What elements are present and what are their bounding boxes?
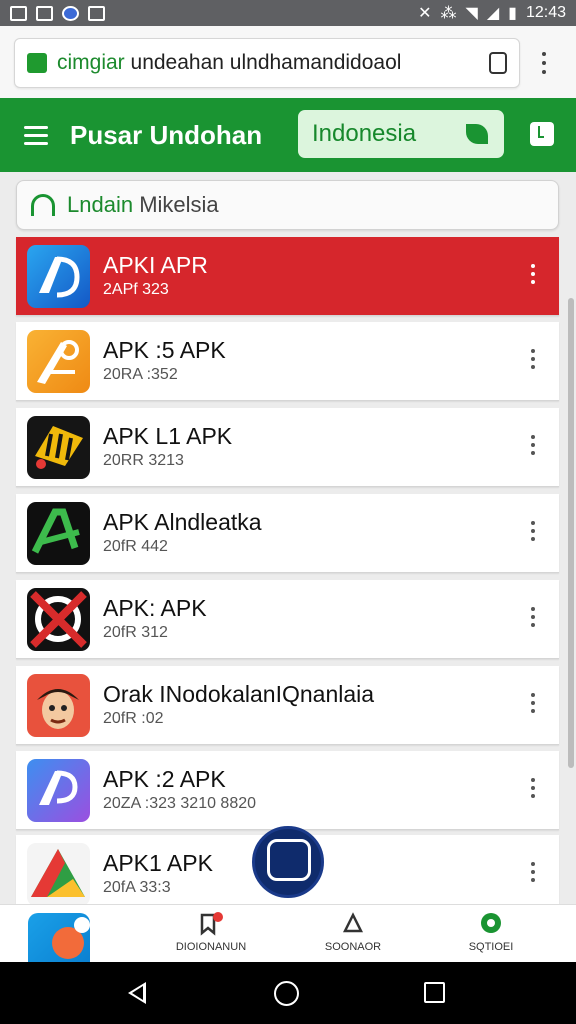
app-icon	[27, 843, 90, 906]
back-icon[interactable]	[128, 982, 146, 1004]
list-item[interactable]: APK Alndleatka 20fR 442	[16, 494, 559, 573]
app-name: APK :2 APK	[103, 766, 226, 792]
bell-icon	[340, 911, 366, 937]
more-options-icon[interactable]	[531, 264, 535, 284]
more-options-icon[interactable]	[531, 693, 535, 713]
more-options-icon[interactable]	[531, 521, 535, 541]
app-meta: 20fR 442	[103, 538, 168, 555]
list-item[interactable]: APK: APK 20fR 312	[16, 580, 559, 659]
search-bar[interactable]: Lndain Mikelsia	[16, 180, 559, 230]
search-query[interactable]: Lndain Mikelsia	[67, 192, 219, 218]
more-options-icon[interactable]	[531, 349, 535, 369]
list-item[interactable]: APK L1 APK 20RR 3213	[16, 408, 559, 487]
scrollbar[interactable]	[568, 298, 574, 768]
browser-bar: cimgiar undeahan ulndhamandidoaol	[0, 26, 576, 98]
bottom-navigation: DIOIONANUN SOONAOR SQTIOEI	[0, 904, 576, 967]
more-options-icon[interactable]	[531, 607, 535, 627]
app-icon	[27, 330, 90, 393]
url-text[interactable]: cimgiar undeahan ulndhamandidoaol	[57, 51, 481, 75]
app-logo-icon	[267, 839, 311, 881]
country-selector[interactable]: Indonesia	[298, 110, 504, 158]
page-title: Pusar Undohan	[70, 119, 263, 150]
list-item[interactable]: APK :2 APK 20ZA :323 3210 8820	[16, 751, 559, 830]
app-name: APK L1 APK	[103, 423, 233, 449]
image-icon	[88, 5, 105, 21]
app-icon	[27, 416, 90, 479]
app-name: APK: APK	[103, 595, 207, 621]
app-meta: 20fR :02	[103, 710, 164, 727]
wifi-icon: ◥	[465, 5, 478, 22]
app-name: APK Alndleatka	[103, 509, 262, 535]
notification-icon	[10, 5, 27, 21]
app-icon[interactable]	[28, 913, 90, 967]
search-icon	[31, 194, 55, 216]
leaf-icon	[466, 124, 488, 144]
list-item[interactable]: APK :5 APK 20RA :352	[16, 322, 559, 401]
floating-action-button[interactable]	[252, 826, 324, 898]
bluetooth-icon: ✕	[418, 5, 432, 22]
system-navigation-bar	[0, 962, 576, 1024]
nav-item-search[interactable]: SOONAOR	[298, 911, 408, 953]
app-icon	[27, 502, 90, 565]
download-icon[interactable]	[530, 122, 554, 146]
nav-label: DIOIONANUN	[175, 941, 247, 953]
menu-icon[interactable]	[24, 125, 48, 145]
app-icon	[27, 674, 90, 737]
app-notification-icon	[62, 5, 79, 21]
secure-lock-icon	[27, 53, 47, 73]
battery-icon: ▮	[508, 5, 517, 22]
more-options-icon[interactable]	[531, 862, 535, 882]
country-label: Indonesia	[312, 120, 417, 147]
status-bar: ✕ ⁂ ◥ ◢ ▮ 12:43	[0, 0, 576, 26]
app-meta: 20RA :352	[103, 366, 178, 383]
app-toolbar: Pusar Undohan Indonesia	[0, 98, 576, 172]
app-icon	[27, 759, 90, 822]
app-name: APKI APR	[103, 252, 208, 278]
app-meta: 20ZA :323 3210 8820	[103, 795, 257, 812]
app-icon	[27, 588, 90, 651]
clipboard-icon[interactable]	[489, 52, 507, 74]
signal-icon: ◢	[486, 5, 500, 22]
nav-item-downloads[interactable]: DIOIONANUN	[156, 911, 266, 953]
more-options-icon[interactable]	[531, 435, 535, 455]
more-options-icon[interactable]	[531, 778, 535, 798]
vibrate-icon: ⁂	[440, 5, 457, 22]
app-meta: 2APf 323	[103, 281, 169, 298]
nav-label: SQTIOEI	[468, 941, 514, 953]
nav-item-support[interactable]: SQTIOEI	[436, 911, 546, 953]
recent-apps-icon[interactable]	[424, 982, 445, 1003]
app-name: APK1 APK	[103, 850, 213, 876]
clock: 12:43	[525, 4, 566, 21]
address-bar[interactable]: cimgiar undeahan ulndhamandidoaol	[14, 38, 520, 88]
bookmark-badge-icon	[198, 911, 224, 937]
app-name: Orak INodokalanIQnanlaia	[103, 681, 375, 707]
app-icon	[27, 245, 90, 308]
nav-label: SOONAOR	[324, 941, 382, 953]
list-item[interactable]: Orak INodokalanIQnanlaia 20fR :02	[16, 666, 559, 745]
list-item[interactable]: APKI APR 2APf 323	[16, 237, 559, 316]
app-name: APK :5 APK	[103, 337, 226, 363]
home-icon[interactable]	[274, 981, 299, 1006]
browser-menu-icon[interactable]	[542, 52, 546, 74]
app-meta: 20fA 33:3	[103, 879, 171, 896]
chat-icon	[478, 911, 504, 937]
gallery-icon	[36, 5, 53, 21]
app-meta: 20RR 3213	[103, 452, 184, 469]
app-meta: 20fR 312	[103, 624, 168, 641]
